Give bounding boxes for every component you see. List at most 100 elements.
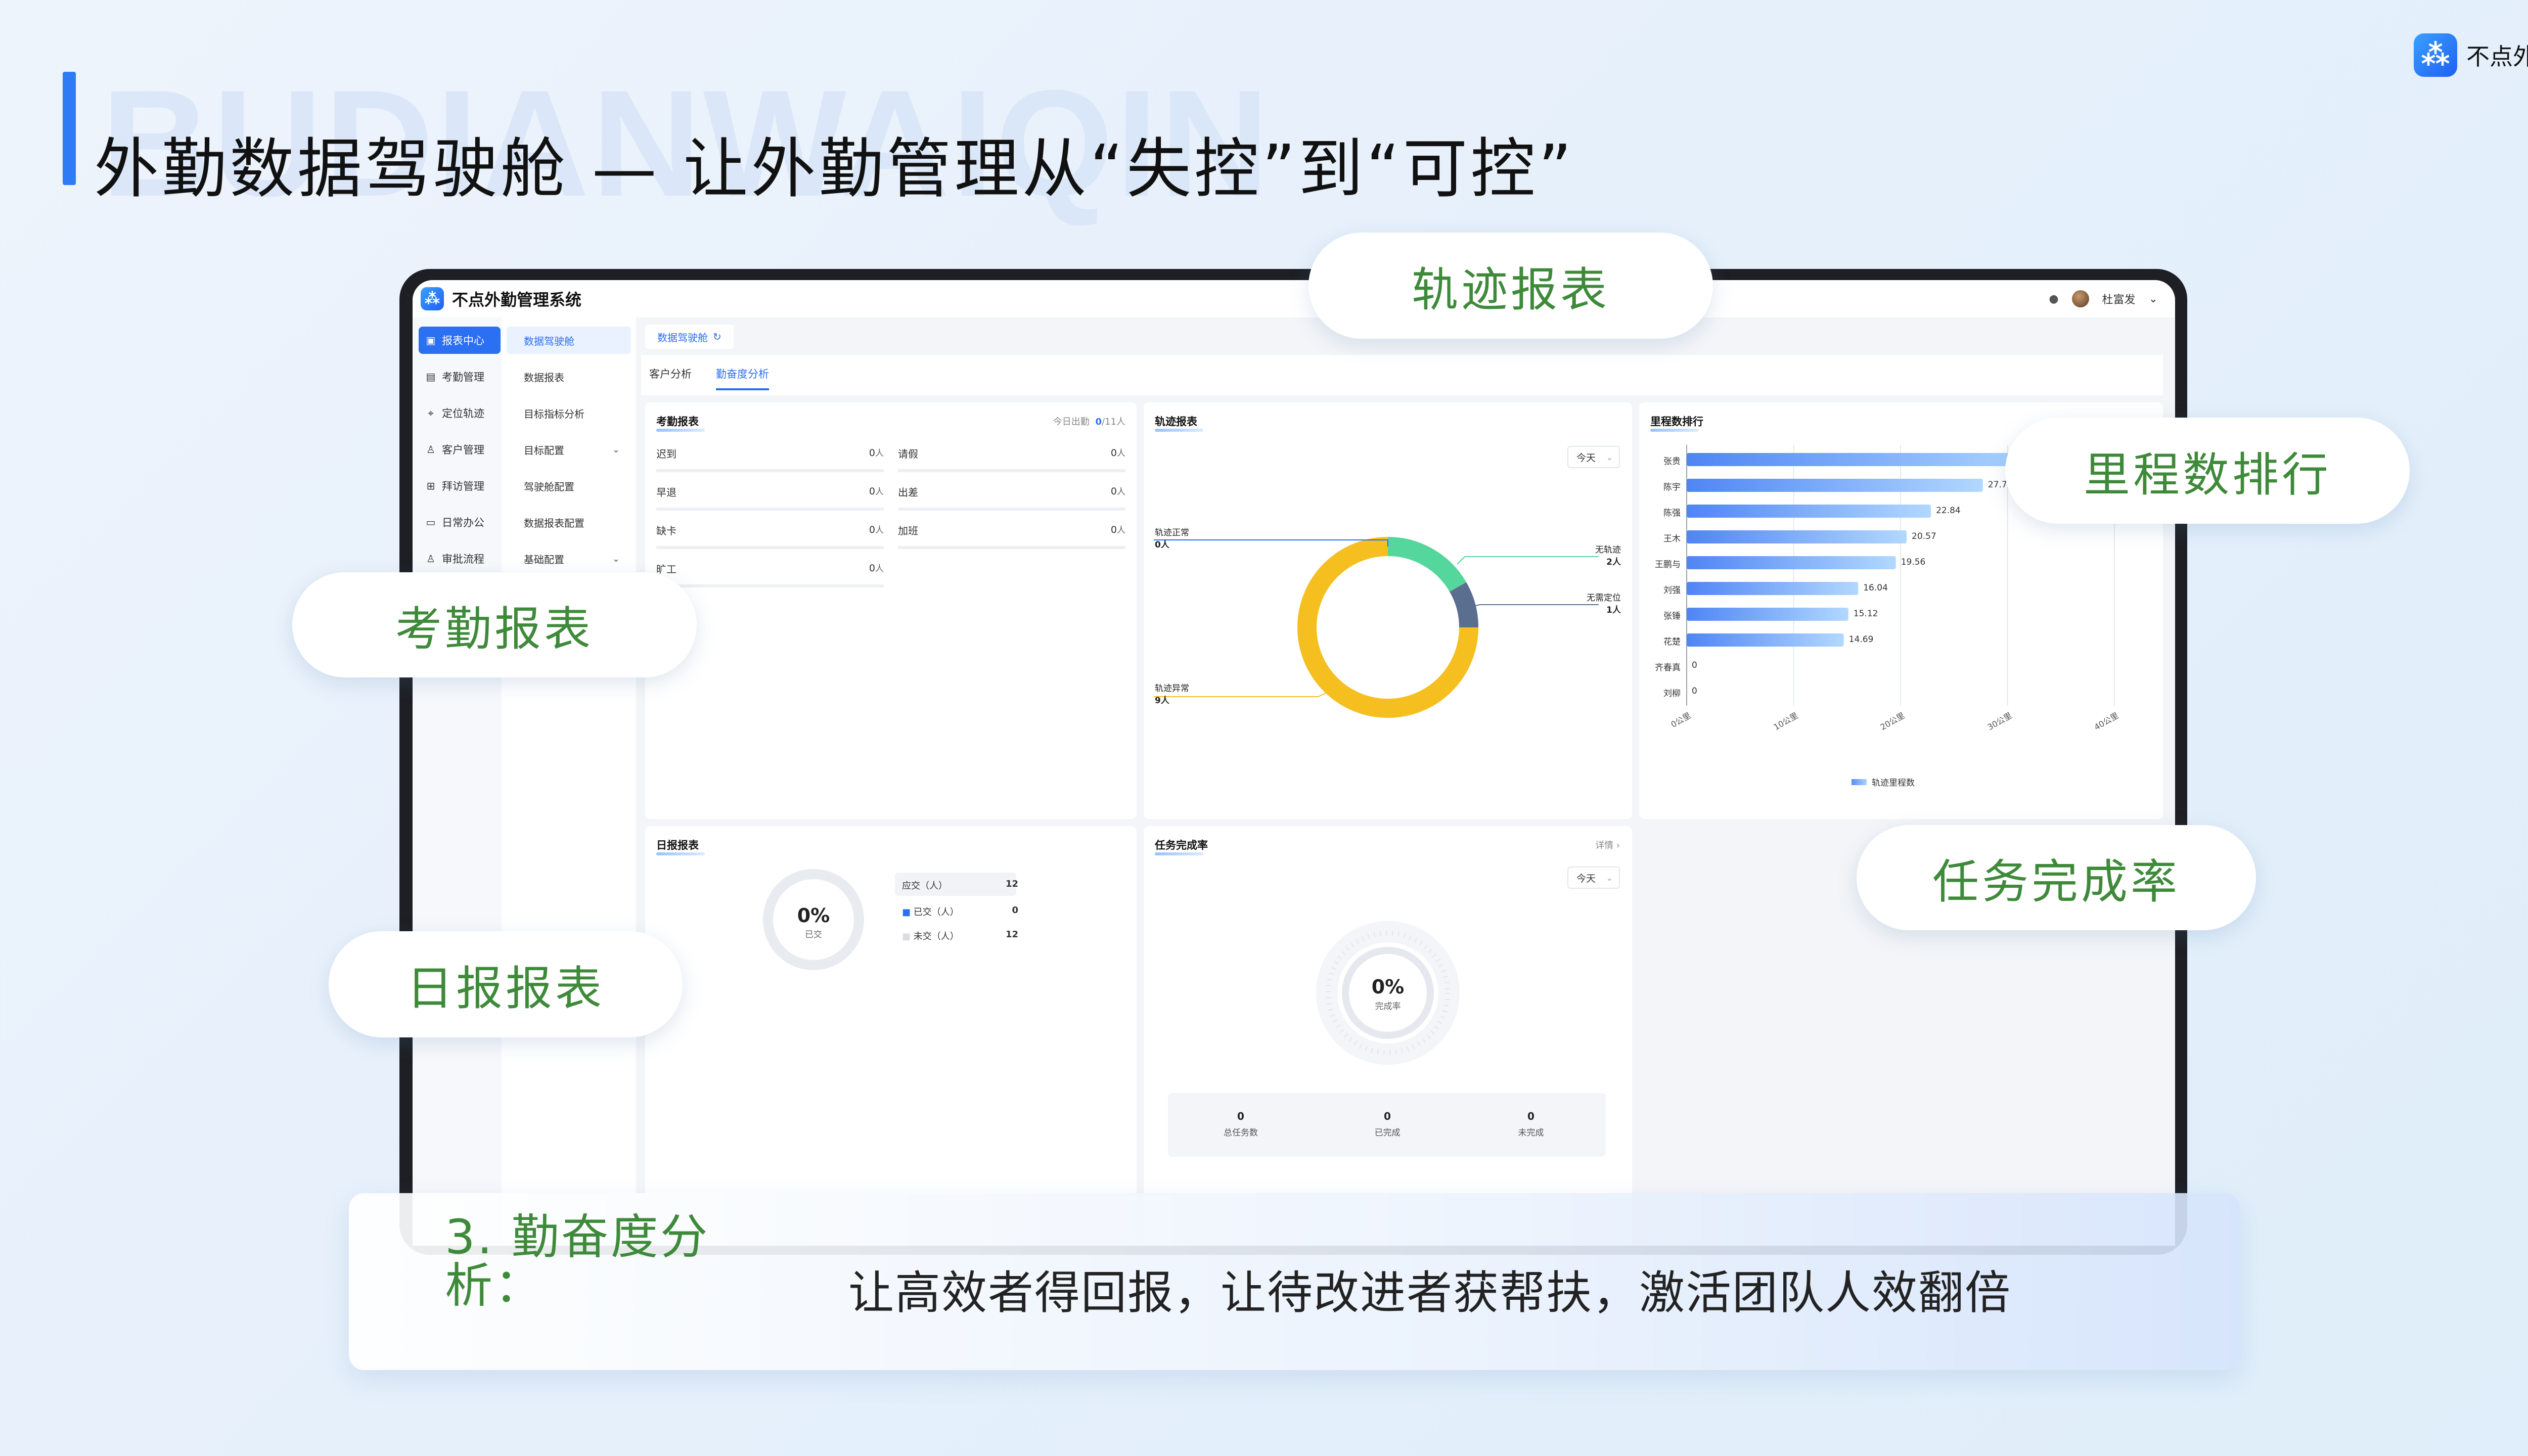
leader-line-none bbox=[1457, 556, 1599, 565]
sidebar-item-label: 考勤管理 bbox=[442, 371, 484, 383]
page-tab[interactable]: 数据驾驶舱 ↻ bbox=[645, 325, 734, 349]
attendance-row: 迟到 0人 bbox=[656, 439, 884, 472]
subnav-item-7[interactable]: 基础配置 ⌄ bbox=[507, 545, 631, 572]
callout-label: 轨迹异常 bbox=[1155, 684, 1189, 694]
caption-heading: 3. 勤奋度分析： bbox=[445, 1210, 710, 1313]
sub-tabs: 客户分析 勤奋度分析 bbox=[641, 355, 2163, 395]
subnav-item-1[interactable]: 数据驾驶舱 bbox=[507, 327, 631, 354]
subnav-item-3[interactable]: 目标指标分析 bbox=[507, 399, 631, 427]
bar-value-label: 19.56 bbox=[1901, 557, 1926, 567]
bar-value-label: 0 bbox=[1692, 686, 1697, 696]
bubble-attendance-report: 考勤报表 bbox=[292, 572, 697, 677]
sidebar-item-3[interactable]: ⌖ 定位轨迹 bbox=[419, 399, 501, 427]
bar-category-label: 刘柳 bbox=[1663, 689, 1681, 699]
sidebar-item-4[interactable]: ♙ 客户管理 bbox=[419, 436, 501, 463]
subnav-item-4[interactable]: 目标配置 ⌄ bbox=[507, 436, 631, 463]
leader-line-no-position bbox=[1469, 604, 1599, 608]
task-total-value: 0 bbox=[1237, 1110, 1244, 1122]
sidebar-item-label: 拜访管理 bbox=[442, 480, 484, 492]
sidebar-item-2[interactable]: ▤ 考勤管理 bbox=[419, 363, 501, 390]
donut-slice-3 bbox=[1449, 582, 1478, 628]
chevron-down-icon[interactable]: ⌄ bbox=[2149, 293, 2158, 305]
attendance-row-label: 缺卡 bbox=[656, 525, 676, 537]
daily-expected-label: 应交（人） bbox=[902, 881, 947, 891]
bubble-track-report: 轨迹报表 bbox=[1308, 233, 1713, 339]
chevron-down-icon: ⌄ bbox=[1606, 873, 1613, 883]
chevron-down-icon: ⌄ bbox=[612, 553, 620, 564]
mileage-bar bbox=[1687, 556, 1896, 569]
chevron-down-icon: ⌄ bbox=[612, 444, 620, 455]
mileage-bar bbox=[1687, 453, 2051, 466]
attendance-row-label: 早退 bbox=[656, 486, 676, 498]
daily-submitted-row: ■ 已交（人） 0 bbox=[902, 905, 1023, 918]
tab-diligence-analysis[interactable]: 勤奋度分析 bbox=[716, 366, 769, 390]
sidebar-item-1[interactable]: ▣ 报表中心 bbox=[419, 327, 501, 354]
sub-navigation: 数据驾驶舱数据报表目标指标分析 目标配置 ⌄ 驾驶舱配置数据报表配置基础配置 ⌄ bbox=[502, 317, 637, 1246]
bar-category-label: 刘强 bbox=[1663, 585, 1681, 596]
attendance-row-value: 0人 bbox=[869, 524, 884, 535]
sidebar-item-label: 审批流程 bbox=[442, 553, 484, 565]
title-accent-bar bbox=[63, 72, 76, 185]
attendance-row-label: 迟到 bbox=[656, 448, 676, 460]
daily-title: 日报报表 bbox=[656, 837, 705, 855]
bar-category-label: 齐春真 bbox=[1655, 663, 1681, 673]
app-header: ⁂ 不点外勤管理系统 ● 杜富发 ⌄ bbox=[413, 280, 2175, 318]
tab-customer-analysis[interactable]: 客户分析 bbox=[649, 366, 692, 381]
user-name[interactable]: 杜富发 bbox=[2102, 291, 2136, 307]
donut-callout-normal: 轨迹正常 0人 bbox=[1155, 527, 1189, 551]
callout-value: 1人 bbox=[1606, 605, 1621, 615]
today-total: /11人 bbox=[1102, 417, 1125, 427]
refresh-icon[interactable]: ↻ bbox=[713, 331, 721, 343]
app-logo-icon: ⁂ bbox=[421, 287, 444, 310]
bar-value-label: 27.7 bbox=[1988, 480, 2007, 490]
subnav-item-2[interactable]: 数据报表 bbox=[507, 363, 631, 390]
task-title: 任务完成率 bbox=[1155, 837, 1208, 855]
task-percent-label: 完成率 bbox=[1375, 1002, 1401, 1012]
attendance-row: 旷工 0人 bbox=[656, 554, 884, 587]
bar-category-label: 花楚 bbox=[1663, 637, 1681, 647]
mileage-bar bbox=[1687, 530, 1907, 543]
callout-value: 0人 bbox=[1155, 540, 1169, 550]
sidebar-item-5[interactable]: ⊞ 拜访管理 bbox=[419, 472, 501, 499]
attendance-row-value: 0人 bbox=[869, 486, 884, 497]
daily-percent-label: 已交 bbox=[805, 930, 822, 940]
bubble-task-completion: 任务完成率 bbox=[1857, 825, 2256, 930]
task-done-value: 0 bbox=[1384, 1110, 1391, 1122]
mileage-bar bbox=[1687, 633, 1844, 647]
task-undone-label: 未完成 bbox=[1518, 1128, 1544, 1138]
avatar[interactable] bbox=[2071, 290, 2089, 307]
attendance-row: 请假 0人 bbox=[898, 439, 1125, 472]
today-label: 今日出勤 bbox=[1053, 417, 1090, 427]
brand: ⁂ 不点外勤 bbox=[2414, 33, 2528, 77]
subnav-item-6[interactable]: 数据报表配置 bbox=[507, 509, 631, 536]
legend-label: 轨迹里程数 bbox=[1872, 778, 1915, 788]
task-date-filter[interactable]: 今天 ⌄ bbox=[1567, 867, 1620, 889]
bar-category-label: 王鹏与 bbox=[1655, 560, 1681, 570]
task-card: 任务完成率 详情 › 今天 ⌄ 0% 完成率 0 总任务数 0 已完成 0 未完成 bbox=[1144, 826, 1632, 1246]
mileage-bar bbox=[1687, 582, 1859, 595]
task-detail-link[interactable]: 详情 › bbox=[1595, 838, 1620, 851]
mileage-bar bbox=[1687, 479, 1983, 492]
subnav-item-label: 数据报表配置 bbox=[524, 517, 584, 529]
task-done-label: 已完成 bbox=[1374, 1128, 1401, 1138]
slide-title: 外勤数据驾驶舱 — 让外勤管理从“失控”到“可控” bbox=[94, 131, 1575, 207]
mileage-title: 里程数排行 bbox=[1650, 414, 1703, 432]
sidebar-item-7[interactable]: ♙ 审批流程 bbox=[419, 545, 501, 572]
bell-icon[interactable]: ● bbox=[2049, 293, 2058, 305]
attendance-row-value: 0人 bbox=[1110, 524, 1125, 535]
subnav-item-label: 数据驾驶舱 bbox=[524, 335, 574, 347]
attendance-card: 考勤报表 今日出勤 0/11人 迟到 0人 早退 0人 缺卡 0人 旷工 0人 请假 0人 出差 0人… bbox=[645, 402, 1137, 819]
bar-category-label: 陈宇 bbox=[1663, 482, 1681, 492]
sidebar-item-6[interactable]: ▭ 日常办公 bbox=[419, 509, 501, 536]
donut-callout-abnormal: 轨迹异常 9人 bbox=[1155, 682, 1189, 707]
mileage-legend: 轨迹里程数 bbox=[1852, 776, 1915, 788]
track-card: 轨迹报表 今天 ⌄ 轨迹正常 0人 无轨迹 2人 无需定位 1人 轨迹异常 9人 bbox=[1144, 402, 1632, 819]
attendance-row-label: 出差 bbox=[898, 486, 918, 498]
daily-unsubmitted-value: 12 bbox=[1005, 929, 1018, 940]
main-content: 数据驾驶舱 ↻ 客户分析 勤奋度分析 考勤报表 今日出勤 0/11人 迟到 0人早… bbox=[636, 317, 2175, 1246]
mileage-bar bbox=[1687, 505, 1931, 518]
brand-logo-icon: ⁂ bbox=[2414, 33, 2457, 77]
location-icon: ⌖ bbox=[428, 407, 434, 419]
subnav-item-5[interactable]: 驾驶舱配置 bbox=[507, 472, 631, 499]
attendance-row: 早退 0人 bbox=[656, 477, 884, 511]
